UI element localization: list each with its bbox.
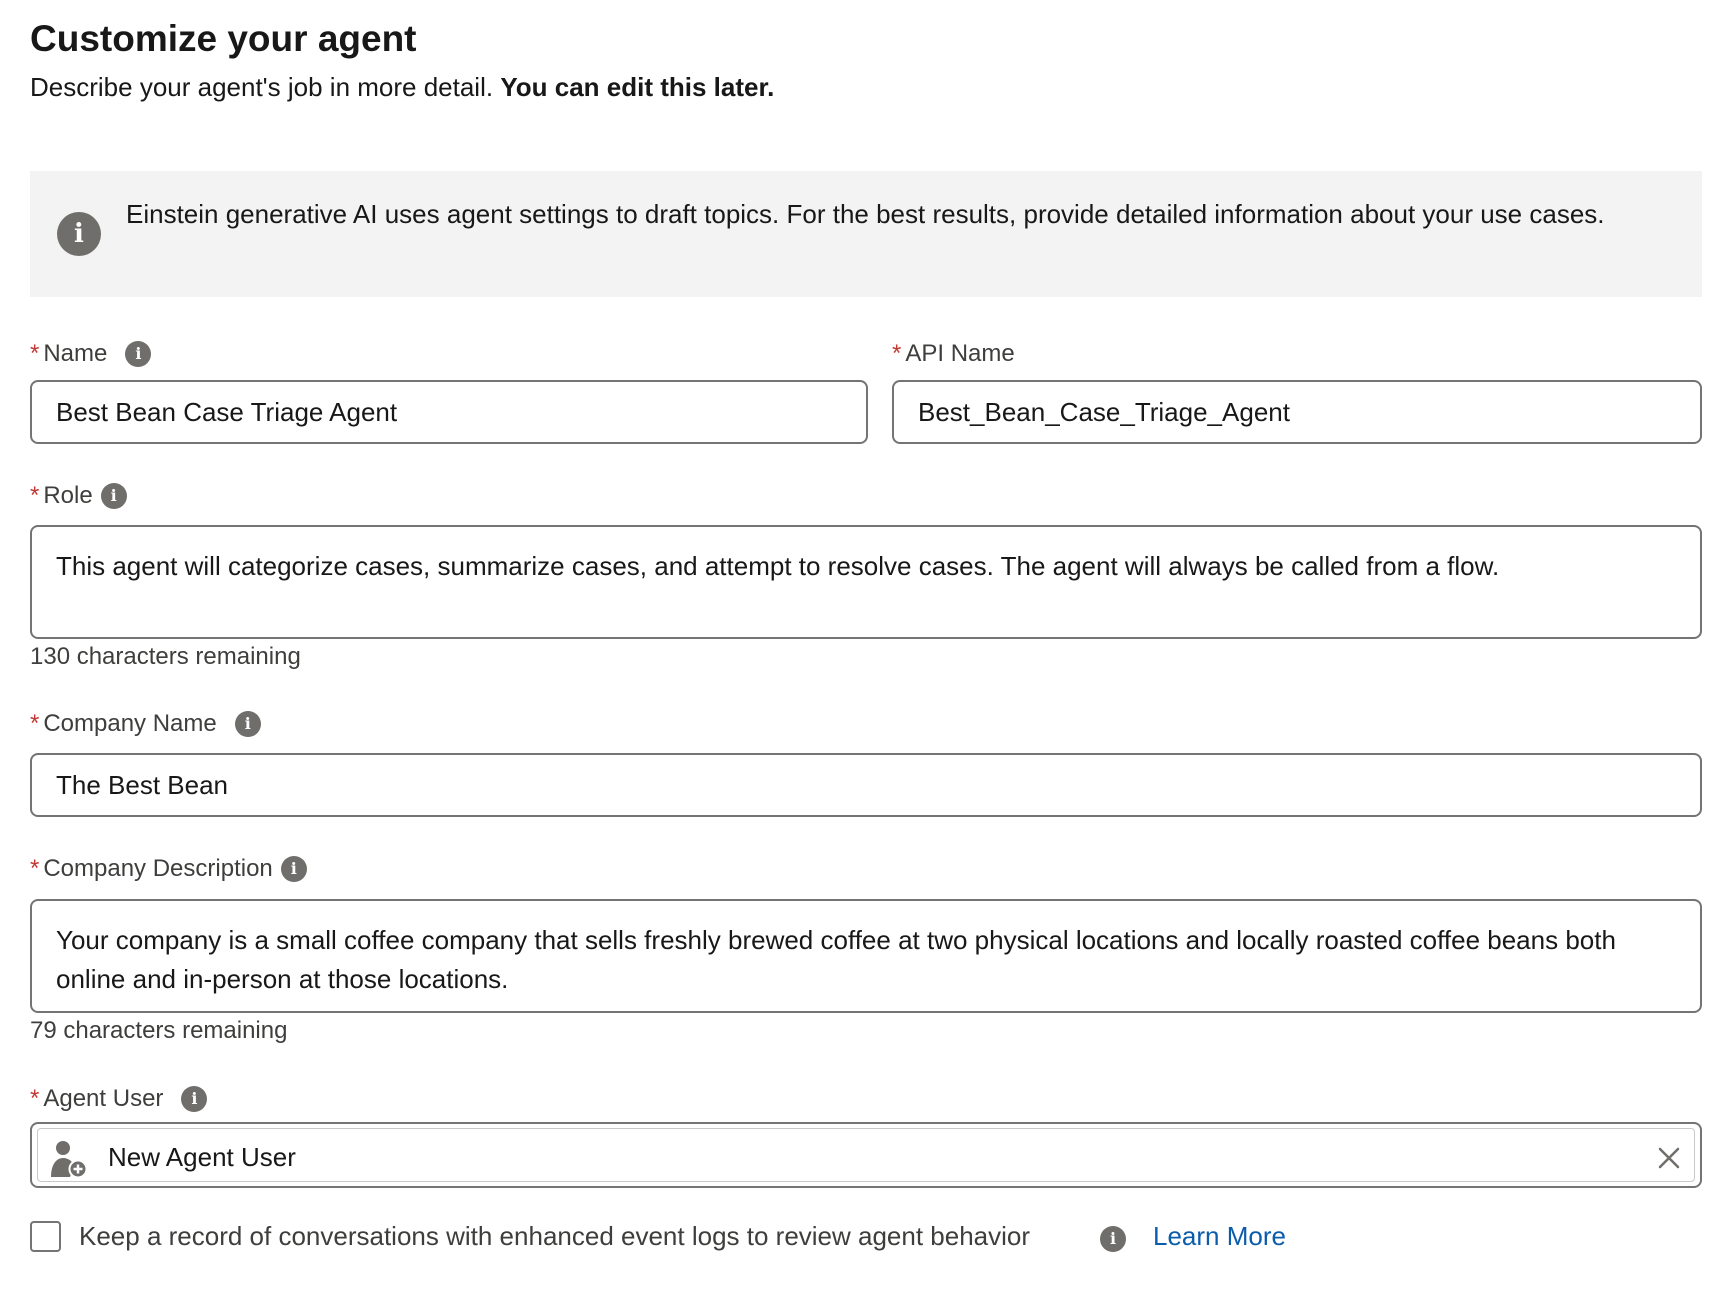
agent-user-lookup[interactable]: New Agent User xyxy=(30,1122,1702,1188)
subtitle-emphasis: You can edit this later. xyxy=(500,72,775,102)
company-name-input[interactable]: The Best Bean xyxy=(30,753,1702,817)
api-name-input[interactable]: Best_Bean_Case_Triage_Agent xyxy=(892,380,1702,444)
agent-user-pill[interactable]: New Agent User xyxy=(37,1128,1695,1182)
event-logs-checkbox[interactable] xyxy=(30,1221,61,1252)
close-icon[interactable] xyxy=(1656,1145,1682,1171)
info-icon[interactable]: i xyxy=(234,711,261,737)
name-input[interactable]: Best Bean Case Triage Agent xyxy=(30,380,868,444)
company-description-label-text: Company Description xyxy=(43,855,273,882)
company-description-char-count: 79 characters remaining xyxy=(30,1017,288,1044)
info-icon: i xyxy=(57,212,101,256)
agent-user-label: * Agent User i xyxy=(30,1085,208,1113)
info-icon[interactable]: i xyxy=(181,1086,208,1112)
role-textarea[interactable]: This agent will categorize cases, summar… xyxy=(30,525,1702,639)
name-input-value: Best Bean Case Triage Agent xyxy=(56,396,398,427)
company-description-textarea[interactable]: Your company is a small coffee company t… xyxy=(30,899,1702,1013)
page-subtitle: Describe your agent's job in more detail… xyxy=(30,72,774,103)
required-marker: * xyxy=(30,482,40,509)
agent-user-label-text: Agent User xyxy=(43,1085,164,1112)
role-textarea-value: This agent will categorize cases, summar… xyxy=(56,551,1500,581)
event-logs-checkbox-label: Keep a record of conversations with enha… xyxy=(79,1221,1031,1251)
name-label: * Name i xyxy=(30,340,152,368)
required-marker: * xyxy=(30,340,40,367)
required-marker: * xyxy=(30,1085,40,1112)
agent-user-value: New Agent User xyxy=(108,1142,296,1172)
required-marker: * xyxy=(30,855,40,882)
api-name-label-text: API Name xyxy=(905,340,1015,367)
page-title: Customize your agent xyxy=(30,18,417,59)
banner-text: Einstein generative AI uses agent settin… xyxy=(126,199,1605,229)
role-label: * Role i xyxy=(30,482,127,510)
company-name-input-value: The Best Bean xyxy=(56,769,228,800)
company-description-label: * Company Description i xyxy=(30,855,307,883)
company-name-label-text: Company Name xyxy=(43,710,217,737)
new-user-icon xyxy=(51,1141,88,1179)
learn-more-link[interactable]: Learn More xyxy=(1153,1221,1286,1252)
api-name-label: * API Name xyxy=(892,340,1015,368)
api-name-input-value: Best_Bean_Case_Triage_Agent xyxy=(918,396,1290,427)
info-icon[interactable]: i xyxy=(1100,1226,1126,1252)
name-label-text: Name xyxy=(43,340,108,367)
company-description-textarea-value: Your company is a small coffee company t… xyxy=(56,925,1616,994)
subtitle-text: Describe your agent's job in more detail… xyxy=(30,72,494,102)
info-icon[interactable]: i xyxy=(100,483,127,509)
company-name-label: * Company Name i xyxy=(30,710,261,738)
info-banner: i Einstein generative AI uses agent sett… xyxy=(30,171,1702,297)
role-label-text: Role xyxy=(43,482,93,509)
role-char-count: 130 characters remaining xyxy=(30,643,301,670)
info-icon[interactable]: i xyxy=(125,341,152,367)
info-icon[interactable]: i xyxy=(280,856,307,882)
required-marker: * xyxy=(892,340,902,367)
required-marker: * xyxy=(30,710,40,737)
